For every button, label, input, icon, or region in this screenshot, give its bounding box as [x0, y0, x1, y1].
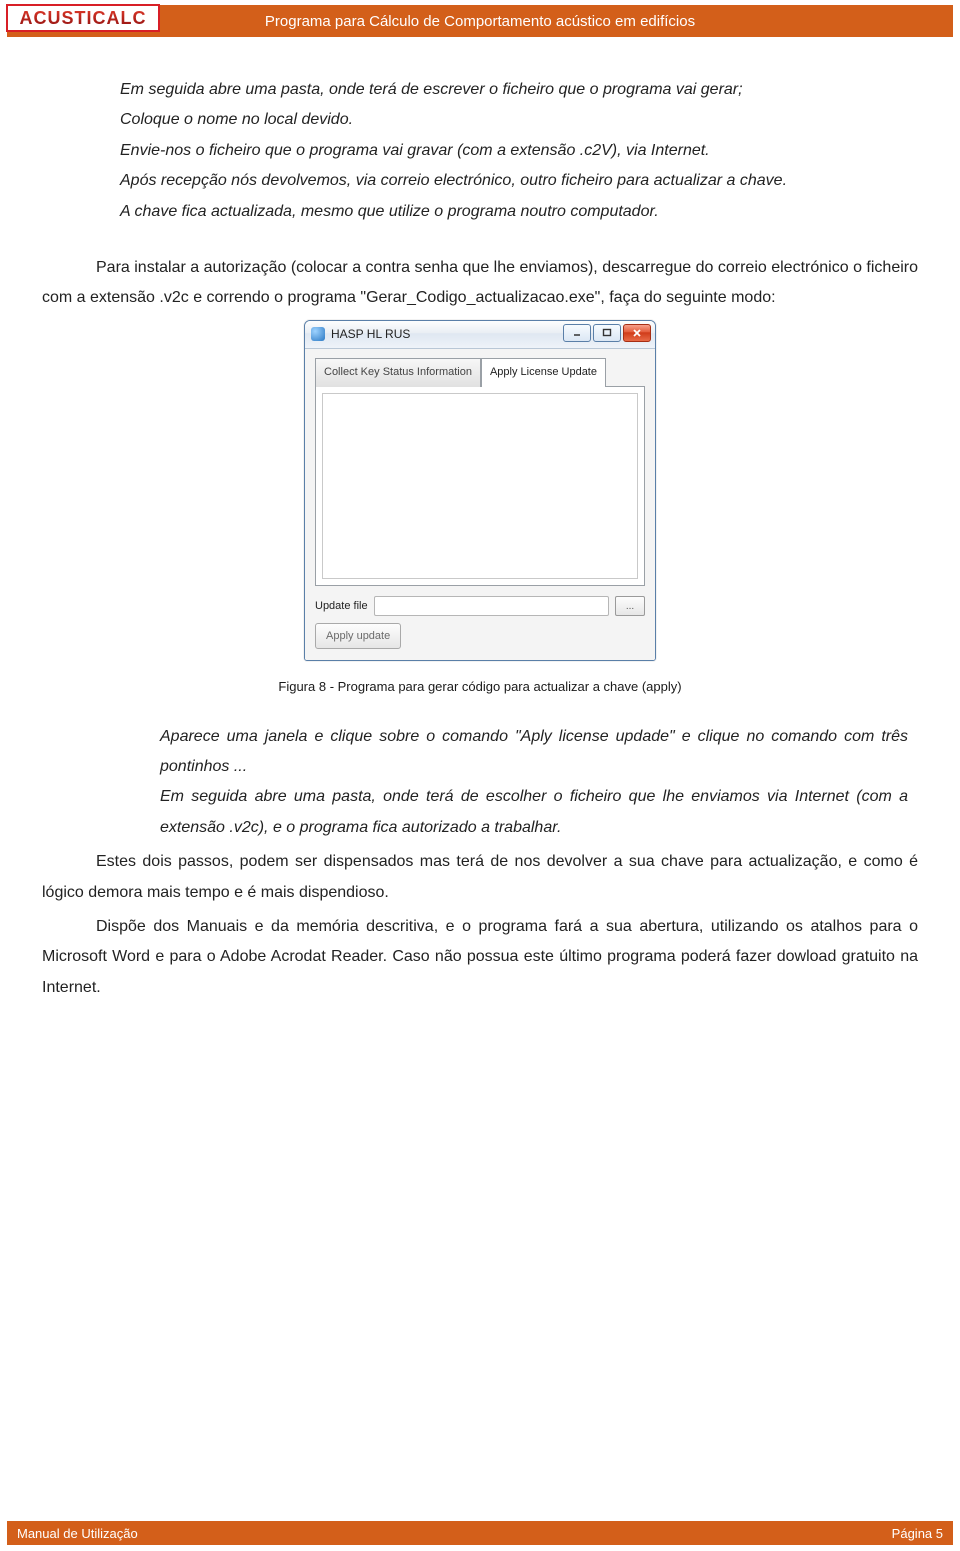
paragraph-text: Dispõe dos Manuais e da memória descriti…: [42, 918, 918, 996]
update-file-label: Update file: [315, 596, 368, 617]
apply-update-button[interactable]: Apply update: [315, 623, 401, 650]
figure-caption: Figura 8 - Programa para gerar código pa…: [42, 675, 918, 700]
footer-left: Manual de Utilização: [17, 1526, 138, 1541]
italic-line: A chave fica actualizada, mesmo que util…: [120, 197, 908, 227]
italic-line: Aparece uma janela e clique sobre o coma…: [160, 722, 908, 783]
maximize-button[interactable]: [593, 324, 621, 342]
paragraph: Dispõe dos Manuais e da memória descriti…: [42, 912, 918, 1003]
update-file-input[interactable]: [374, 596, 609, 616]
logo: ACUSTICALC: [6, 4, 160, 32]
update-log-area: [322, 393, 638, 579]
italic-line: Envie-nos o ficheiro que o programa vai …: [120, 136, 908, 166]
content: Em seguida abre uma pasta, onde terá de …: [0, 37, 960, 1003]
tabs: Collect Key Status Information Apply Lic…: [315, 357, 645, 386]
update-file-row: Update file ...: [315, 596, 645, 617]
maximize-icon: [602, 328, 612, 338]
window-buttons: [563, 324, 651, 342]
italic-line: Em seguida abre uma pasta, onde terá de …: [160, 782, 908, 843]
hasp-window: HASP HL RUS: [304, 320, 656, 661]
paragraph-text: Para instalar a autorização (colocar a c…: [42, 259, 918, 306]
italic-line: Após recepção nós devolvemos, via correi…: [120, 166, 908, 196]
window-titlebar: HASP HL RUS: [305, 321, 655, 349]
italic-line: Coloque o nome no local devido.: [120, 105, 908, 135]
window-title: HASP HL RUS: [331, 323, 410, 346]
tab-collect-key-status[interactable]: Collect Key Status Information: [315, 358, 481, 387]
italic-block-2: Aparece uma janela e clique sobre o coma…: [160, 722, 908, 844]
tab-apply-license-update[interactable]: Apply License Update: [481, 358, 606, 387]
minimize-icon: [572, 328, 582, 338]
minimize-button[interactable]: [563, 324, 591, 342]
app-icon: [311, 327, 325, 341]
figure: HASP HL RUS: [42, 320, 918, 700]
close-icon: [632, 328, 642, 338]
intro-italic-block: Em seguida abre uma pasta, onde terá de …: [120, 75, 908, 227]
italic-line: Em seguida abre uma pasta, onde terá de …: [120, 75, 908, 105]
footer-right: Página 5: [892, 1526, 943, 1541]
browse-button[interactable]: ...: [615, 596, 645, 616]
tab-panel: [315, 386, 645, 586]
logo-text: ACUSTICALC: [20, 8, 147, 29]
header-bar: ACUSTICALC Programa para Cálculo de Comp…: [7, 5, 953, 37]
paragraph-text: Estes dois passos, podem ser dispensados…: [42, 853, 918, 900]
close-button[interactable]: [623, 324, 651, 342]
footer-bar: Manual de Utilização Página 5: [7, 1521, 953, 1545]
paragraph: Para instalar a autorização (colocar a c…: [42, 253, 918, 314]
window-body: Collect Key Status Information Apply Lic…: [305, 349, 655, 660]
paragraph: Estes dois passos, podem ser dispensados…: [42, 847, 918, 908]
